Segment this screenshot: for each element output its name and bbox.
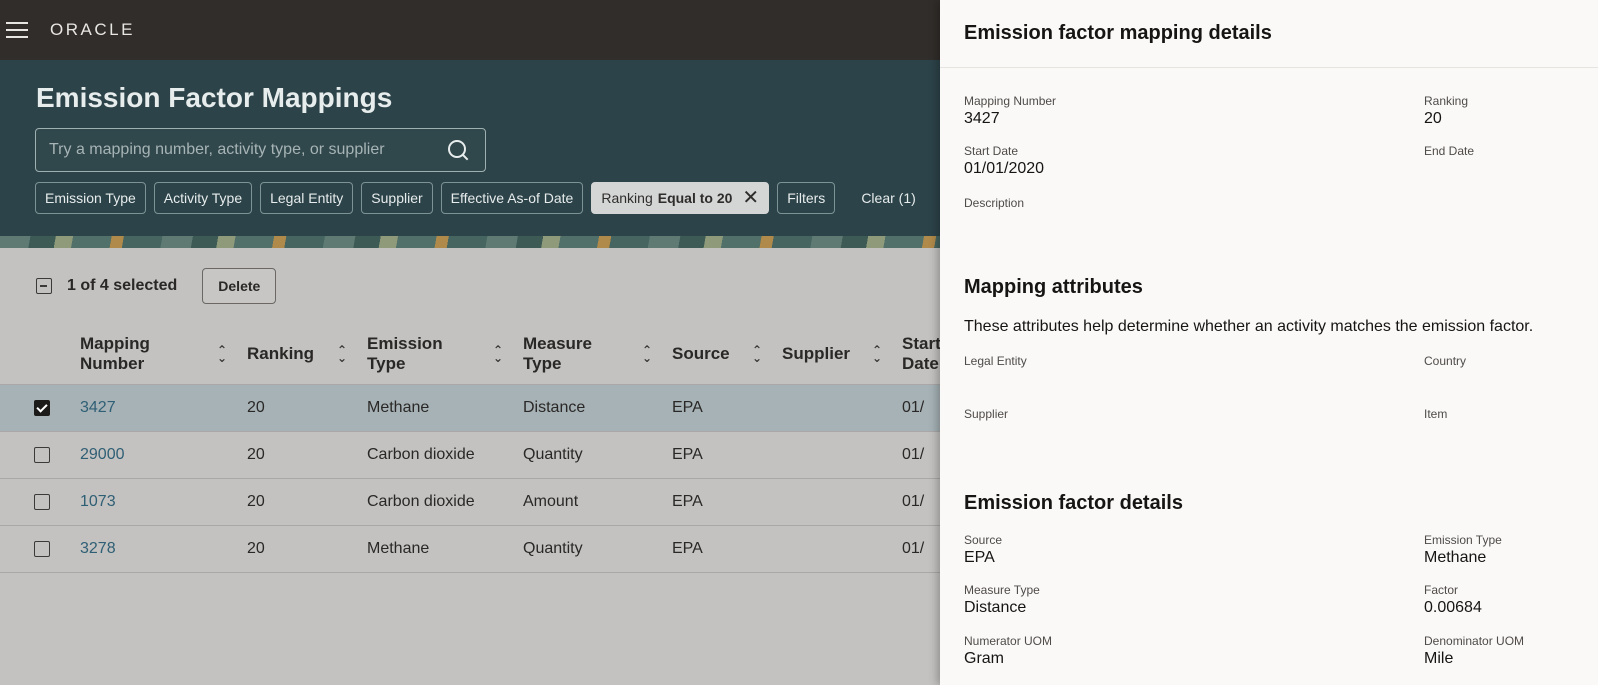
search-box — [35, 128, 486, 172]
field-numerator-uom: Numerator UOM Gram — [964, 634, 1053, 667]
field-legal-entity: Legal Entity — [964, 354, 1027, 368]
table-row[interactable]: 3427 20 Methane Distance EPA 01/ — [0, 383, 1000, 431]
delete-button[interactable]: Delete — [202, 268, 277, 304]
filter-effective-date[interactable]: Effective As-of Date — [440, 182, 584, 214]
field-supplier: Supplier — [964, 407, 1009, 421]
filter-ranking-label: Ranking — [601, 190, 653, 206]
field-end-date: End Date — [1424, 144, 1475, 158]
menu-icon[interactable] — [6, 22, 28, 38]
sort-icon[interactable]: ⌃ ⌄ — [337, 344, 347, 364]
row-checkbox[interactable] — [34, 399, 50, 416]
sort-icon[interactable]: ⌃ ⌄ — [642, 344, 652, 364]
col-emission-type[interactable]: Emission Type ⌃ ⌄ — [367, 324, 523, 384]
mapping-number-link[interactable]: 3278 — [80, 540, 116, 557]
selection-count: 1 of 4 selected — [67, 277, 178, 294]
col-measure-type[interactable]: Measure Type ⌃ ⌄ — [523, 324, 672, 384]
filter-ranking-active[interactable]: Ranking Equal to 20 ✕ — [591, 182, 770, 214]
mappings-table: Mapping Number ⌃ ⌄ Ranking ⌃ ⌄ Emission Type… — [0, 324, 1000, 573]
sort-icon[interactable]: ⌃ ⌄ — [493, 344, 503, 364]
field-country: Country — [1424, 354, 1467, 368]
drawer-title: Emission factor mapping details — [964, 22, 1272, 44]
field-start-date: Start Date 01/01/2020 — [964, 144, 1045, 177]
mapping-number-link[interactable]: 29000 — [80, 446, 125, 463]
oracle-logo[interactable]: ORACLE — [50, 20, 135, 40]
field-item: Item — [1424, 407, 1448, 421]
search-input[interactable] — [36, 141, 447, 159]
section-emission-factor-details: Emission factor details — [964, 492, 1183, 514]
page-title: Emission Factor Mappings — [36, 82, 393, 113]
field-ranking: Ranking 20 — [1424, 94, 1469, 127]
select-all-checkbox[interactable] — [36, 278, 52, 294]
selection-bar: 1 of 4 selected Delete — [36, 268, 277, 304]
field-measure-type: Measure Type Distance — [964, 583, 1040, 616]
section-description: These attributes help determine whether … — [964, 318, 1534, 335]
field-description: Description — [964, 196, 1025, 210]
search-icon[interactable] — [447, 139, 469, 161]
filters-button[interactable]: Filters — [777, 182, 836, 214]
sort-icon[interactable]: ⌃ ⌄ — [872, 344, 882, 364]
section-mapping-attributes: Mapping attributes — [964, 276, 1143, 298]
field-denominator-uom: Denominator UOM Mile — [1424, 634, 1525, 667]
drawer-header: Emission factor mapping details — [940, 0, 1598, 68]
table-row[interactable]: 3278 20 Methane Quantity EPA 01/ — [0, 524, 1000, 573]
row-checkbox[interactable] — [34, 540, 50, 557]
sort-icon[interactable]: ⌃ ⌄ — [752, 344, 762, 364]
sort-icon[interactable]: ⌃ ⌄ — [217, 344, 227, 364]
table-row[interactable]: 1073 20 Carbon dioxide Amount EPA 01/ — [0, 477, 1000, 525]
row-checkbox[interactable] — [34, 446, 50, 463]
filter-supplier[interactable]: Supplier — [361, 182, 433, 214]
filter-chips: Emission Type Activity Type Legal Entity… — [35, 182, 916, 214]
details-drawer: Emission factor mapping details Mapping … — [940, 0, 1598, 685]
field-emission-type: Emission Type Methane — [1424, 533, 1502, 566]
filter-ranking-value: Equal to 20 — [657, 190, 733, 206]
table-header: Mapping Number ⌃ ⌄ Ranking ⌃ ⌄ Emission Type… — [0, 324, 1000, 384]
row-checkbox[interactable] — [34, 493, 50, 510]
mapping-number-link[interactable]: 3427 — [80, 399, 116, 416]
col-mapping-number[interactable]: Mapping Number ⌃ ⌄ — [80, 324, 247, 384]
col-source[interactable]: Source ⌃ ⌄ — [672, 324, 782, 384]
field-mapping-number: Mapping Number 3427 — [964, 94, 1057, 127]
mapping-number-link[interactable]: 1073 — [80, 493, 116, 510]
col-ranking[interactable]: Ranking ⌃ ⌄ — [247, 324, 367, 384]
filter-activity-type[interactable]: Activity Type — [153, 182, 253, 214]
field-factor: Factor 0.00684 — [1424, 583, 1482, 616]
table-row[interactable]: 29000 20 Carbon dioxide Quantity EPA 01/ — [0, 430, 1000, 478]
filter-emission-type[interactable]: Emission Type — [35, 182, 146, 214]
field-source: Source EPA — [964, 533, 1003, 566]
clear-filters-button[interactable]: Clear (1) — [861, 190, 915, 206]
filter-legal-entity[interactable]: Legal Entity — [260, 182, 354, 214]
col-supplier[interactable]: Supplier ⌃ ⌄ — [782, 324, 902, 384]
close-icon[interactable]: ✕ — [742, 188, 759, 208]
